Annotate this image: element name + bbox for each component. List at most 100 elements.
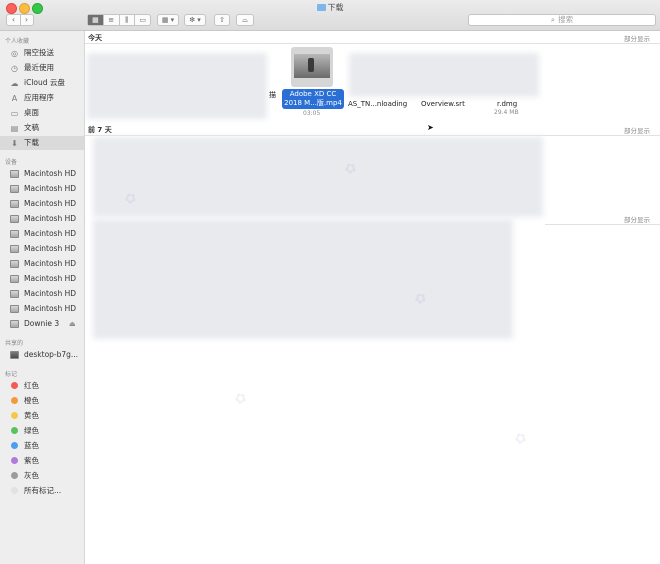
sidebar-item-label: 下载: [24, 138, 39, 147]
sidebar-tag-blue[interactable]: 蓝色: [0, 439, 84, 453]
sidebar-tag-purple[interactable]: 紫色: [0, 454, 84, 468]
file-size: 29.4 MB: [494, 109, 519, 116]
sidebar-item-label: desktop-b7g...: [24, 350, 79, 359]
orange-tag-icon: [11, 397, 18, 404]
sidebar: 个人收藏 ◎ 隔空投送 ◷ 最近使用 ☁ iCloud 云盘 A 应用程序 ▭ 桌面 ▤ 文…: [0, 31, 85, 564]
window-title: 下载: [0, 2, 660, 13]
eject-icon[interactable]: ⏏: [69, 317, 76, 331]
icon-view-button[interactable]: ▦: [88, 15, 104, 25]
action-button[interactable]: ✻ ▾: [184, 14, 206, 26]
file-name-partial[interactable]: 描: [269, 90, 276, 100]
sidebar-item-device[interactable]: Macintosh HD: [0, 257, 84, 271]
show-partial-link[interactable]: 部分显示: [624, 125, 650, 135]
applications-icon: A: [11, 94, 18, 103]
tag-button[interactable]: ⌓: [236, 14, 254, 26]
sidebar-item-device[interactable]: Macintosh HD: [0, 212, 84, 226]
sidebar-item-label: Macintosh HD: [24, 184, 77, 193]
sidebar-item-documents[interactable]: ▤ 文稿: [0, 121, 84, 135]
sidebar-item-label: Macintosh HD: [24, 244, 77, 253]
search-input[interactable]: ⌕ 搜索: [468, 14, 656, 26]
hard-drive-icon: [10, 290, 19, 298]
sidebar-tag-red[interactable]: 红色: [0, 379, 84, 393]
sidebar-item-device[interactable]: Macintosh HD: [0, 242, 84, 256]
all-tags-icon: [11, 487, 18, 494]
sidebar-item-device[interactable]: Macintosh HD: [0, 302, 84, 316]
hard-drive-icon: [10, 170, 19, 178]
search-icon: ⌕: [550, 15, 556, 24]
folder-icon: [316, 4, 326, 11]
blurred-file-region: [93, 219, 513, 339]
sidebar-item-label: 紫色: [24, 456, 39, 465]
sidebar-item-label: iCloud 云盘: [24, 78, 65, 87]
file-name[interactable]: Overview.srt: [421, 100, 465, 108]
column-view-button[interactable]: ⫼: [120, 15, 136, 25]
sidebar-item-label: Macintosh HD: [24, 274, 77, 283]
sidebar-item-recents[interactable]: ◷ 最近使用: [0, 61, 84, 75]
hard-drive-icon: [10, 215, 19, 223]
blurred-file-region: [349, 53, 539, 97]
sidebar-item-label: Macintosh HD: [24, 289, 77, 298]
tags-header: 标记: [5, 371, 18, 378]
sidebar-item-icloud[interactable]: ☁ iCloud 云盘: [0, 76, 84, 90]
sidebar-item-label: 桌面: [24, 108, 39, 117]
sidebar-item-device[interactable]: Macintosh HD: [0, 287, 84, 301]
sidebar-item-applications[interactable]: A 应用程序: [0, 91, 84, 105]
group-header-week: 前 7 天 部分显示: [85, 123, 660, 136]
sidebar-item-device[interactable]: Macintosh HD: [0, 227, 84, 241]
sidebar-item-airdrop[interactable]: ◎ 隔空投送: [0, 46, 84, 60]
back-button[interactable]: ‹: [7, 15, 20, 25]
red-tag-icon: [11, 382, 18, 389]
disk-image-icon: [10, 320, 19, 328]
purple-tag-icon: [11, 457, 18, 464]
blurred-file-region: [87, 53, 267, 119]
sidebar-item-device[interactable]: Macintosh HD: [0, 197, 84, 211]
sidebar-item-device[interactable]: Macintosh HD: [0, 272, 84, 286]
forward-button[interactable]: ›: [20, 15, 33, 25]
toolbar: 下载 ‹ › ▦ ≡ ⫼ ▭ ▦ ▾ ✻ ▾ ⇧ ⌓ ⌕ 搜索: [0, 0, 660, 31]
file-name[interactable]: r.dmg: [497, 100, 517, 108]
sidebar-item-device[interactable]: Macintosh HD: [0, 167, 84, 181]
show-partial-link[interactable]: 部分显示: [624, 214, 650, 224]
hard-drive-icon: [10, 230, 19, 238]
gallery-view-button[interactable]: ▭: [135, 15, 150, 25]
watermark: ✿: [231, 389, 250, 409]
airdrop-icon: ◎: [11, 49, 18, 58]
cloud-icon: ☁: [10, 79, 19, 88]
sidebar-tag-gray[interactable]: 灰色: [0, 469, 84, 483]
sidebar-item-device[interactable]: Macintosh HD: [0, 182, 84, 196]
documents-icon: ▤: [10, 124, 19, 133]
green-tag-icon: [11, 427, 18, 434]
video-figure: [308, 58, 314, 72]
sidebar-item-label: 隔空投送: [24, 48, 54, 57]
group-header-today: 今天 部分显示: [85, 31, 660, 44]
computer-icon: [10, 351, 19, 359]
video-duration: 03:05: [303, 110, 321, 117]
group-title: 前 7 天: [88, 126, 112, 134]
sidebar-item-label: 灰色: [24, 471, 39, 480]
sidebar-tag-orange[interactable]: 橙色: [0, 394, 84, 408]
sidebar-item-label: Macintosh HD: [24, 214, 77, 223]
selected-file-name[interactable]: Adobe XD CC 2018 M...版.mp4: [282, 89, 344, 109]
file-browser: 今天 部分显示 描 Adobe XD CC 2018 M...版.mp4 03:…: [85, 31, 660, 564]
arrange-button[interactable]: ▦ ▾: [157, 14, 179, 26]
file-name[interactable]: AS_TN...nloading: [348, 100, 407, 108]
sidebar-item-label: 所有标记...: [24, 486, 62, 495]
sidebar-all-tags[interactable]: 所有标记...: [0, 484, 84, 498]
video-thumbnail[interactable]: [291, 47, 333, 87]
sidebar-item-label: Macintosh HD: [24, 259, 77, 268]
window-title-text: 下载: [327, 3, 344, 12]
nav-buttons: ‹ ›: [6, 14, 34, 26]
gray-tag-icon: [11, 472, 18, 479]
sidebar-item-desktop[interactable]: ▭ 桌面: [0, 106, 84, 120]
sidebar-item-label: 最近使用: [24, 63, 54, 72]
sidebar-item-label: Downie 3: [24, 319, 60, 328]
sidebar-item-shared[interactable]: desktop-b7g...: [0, 348, 84, 362]
list-view-button[interactable]: ≡: [104, 15, 120, 25]
show-partial-link[interactable]: 部分显示: [624, 33, 650, 43]
share-button[interactable]: ⇧: [214, 14, 230, 26]
sidebar-item-downloads[interactable]: ⬇ 下载: [0, 136, 84, 150]
sidebar-tag-yellow[interactable]: 黄色: [0, 409, 84, 423]
sidebar-tag-green[interactable]: 绿色: [0, 424, 84, 438]
hard-drive-icon: [10, 185, 19, 193]
sidebar-item-downie[interactable]: Downie 3 ⏏: [0, 317, 84, 331]
